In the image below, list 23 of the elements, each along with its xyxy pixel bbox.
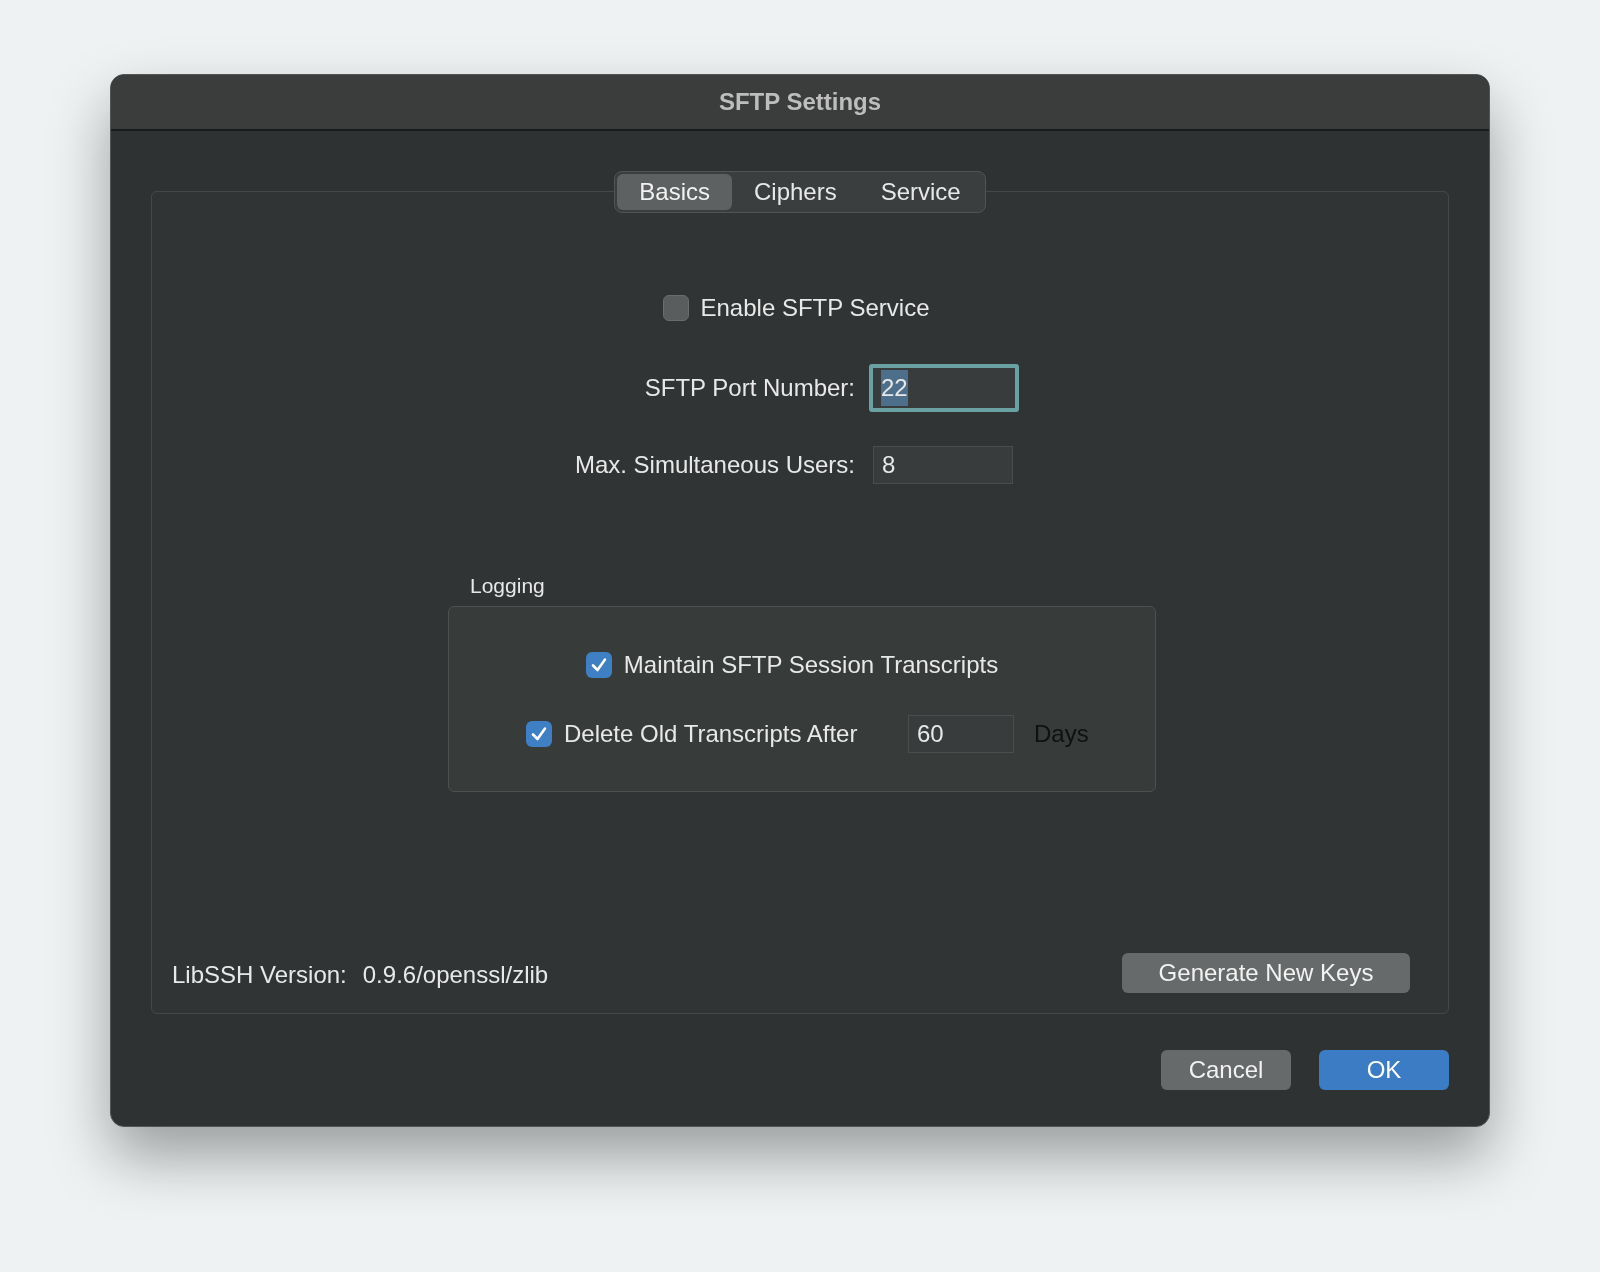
checkbox-label: Enable SFTP Service (700, 293, 930, 323)
dialog-button[interactable]: OK (1319, 1050, 1449, 1090)
generate-keys-button[interactable]: Generate New Keys (1122, 953, 1410, 993)
checkbox-label: Maintain SFTP Session Transcripts (623, 649, 999, 680)
dialog-button[interactable]: Cancel (1161, 1050, 1291, 1090)
text-field[interactable]: 22 (869, 364, 1019, 412)
tab[interactable]: Ciphers (731, 174, 859, 210)
text-field[interactable]: 8 (873, 446, 1013, 484)
checkbox-label: Delete Old Transcripts After (564, 718, 859, 749)
tab[interactable]: Service (858, 174, 983, 210)
checkbox[interactable] (585, 651, 612, 678)
text-field[interactable]: 60 (908, 714, 1014, 753)
window-title: SFTP Settings (718, 87, 882, 117)
field-label: SFTP Port Number: (643, 373, 855, 403)
version-value: 0.9.6/openssl/zlib (362, 960, 549, 990)
version-label: LibSSH Version: (172, 960, 347, 990)
checkmark-icon (589, 655, 608, 674)
checkmark-icon (530, 724, 548, 743)
checkbox[interactable] (526, 720, 552, 747)
field-label: Max. Simultaneous Users: (573, 450, 855, 480)
group-title: Logging (470, 574, 545, 597)
tab[interactable]: Basics (617, 174, 732, 210)
checkbox[interactable] (662, 295, 689, 321)
